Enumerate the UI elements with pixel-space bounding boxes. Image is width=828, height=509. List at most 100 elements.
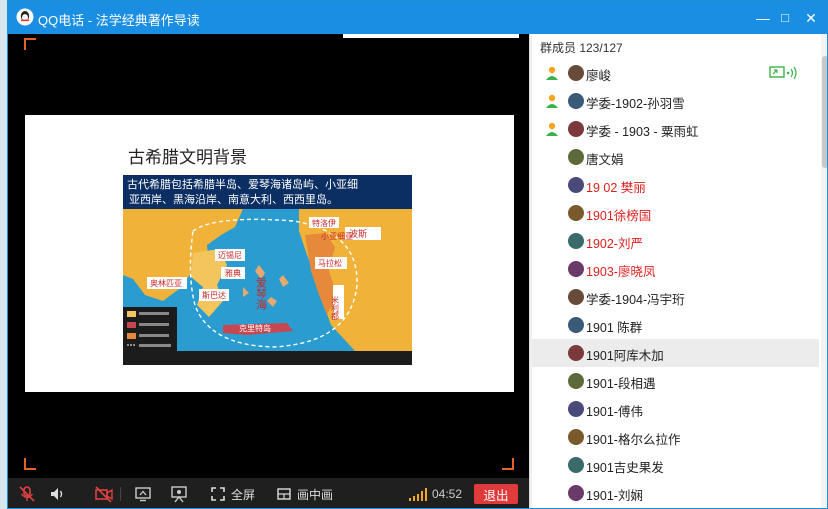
- member-name: 1901-格尔么拉作: [586, 433, 681, 447]
- member-name: 1902-刘严: [586, 237, 643, 251]
- member-name: 1901 陈群: [586, 321, 643, 335]
- exit-button[interactable]: 退出: [474, 484, 518, 504]
- mic-toggle-button[interactable]: [18, 478, 36, 508]
- avatar: [568, 345, 584, 361]
- member-row[interactable]: 1901-格尔么拉作: [532, 423, 819, 451]
- member-name: 1901阿库木加: [586, 349, 664, 363]
- map-label-asia-minor: 小亚细亚: [321, 231, 353, 241]
- avatar: [568, 401, 584, 417]
- person-icon: [546, 94, 558, 108]
- pip-button[interactable]: 画中画: [276, 478, 334, 508]
- map-label-aegean: 爱琴海: [255, 277, 268, 311]
- slide-title: 古希腊文明背景: [128, 148, 247, 168]
- signal-icon: [409, 488, 427, 501]
- member-name: 1901-刘娴: [586, 489, 643, 503]
- member-row[interactable]: 1901-刘娴: [532, 479, 819, 507]
- member-name: 学委 - 1903 - 粟雨虹: [586, 125, 699, 139]
- avatar: [568, 261, 584, 277]
- person-icon: [546, 66, 558, 80]
- frame-corner-bl: [24, 458, 36, 470]
- member-name: 学委-1902-孙羽雪: [586, 97, 685, 111]
- avatar: [568, 65, 584, 81]
- member-name: 唐文娟: [586, 153, 624, 167]
- member-row[interactable]: 1901徐榜国: [532, 199, 819, 227]
- map-banner-line1: 古代希腊包括希腊半岛、爱琴海诸岛屿、小亚细: [127, 177, 358, 191]
- pip-label: 画中画: [297, 487, 334, 502]
- person-icon: [546, 122, 558, 136]
- map-label-trojan: 特洛伊: [312, 218, 336, 228]
- signal-strength: [408, 478, 428, 508]
- member-row[interactable]: 学委-1904-冯宇珩: [532, 283, 819, 311]
- map-label-thebes: 马拉松: [318, 258, 342, 268]
- maximize-button[interactable]: □: [774, 7, 796, 29]
- close-button[interactable]: ✕: [800, 7, 822, 29]
- speaker-button[interactable]: [48, 478, 66, 508]
- member-row[interactable]: 1903-廖晓凤: [532, 255, 819, 283]
- avatar: [568, 205, 584, 221]
- whiteboard-icon: [171, 486, 187, 503]
- map-banner-line2: 亚西岸、黑海沿岸、南意大利、西西里岛。: [129, 192, 338, 206]
- screen-share-icon: [135, 487, 151, 502]
- fullscreen-button[interactable]: 全屏: [210, 478, 256, 508]
- scrollbar-thumb[interactable]: [822, 56, 827, 168]
- call-timer: 04:52: [432, 487, 463, 501]
- avatar: [568, 429, 584, 445]
- pip-icon: [277, 488, 291, 500]
- map-label-crete: 克里特岛: [239, 323, 271, 333]
- avatar: [568, 457, 584, 473]
- member-row[interactable]: 学委-1902-孙羽雪: [532, 87, 819, 115]
- member-name: 1901-段相遇: [586, 377, 656, 391]
- member-name: 1901吉史果发: [586, 461, 664, 475]
- member-row[interactable]: 19 02 樊丽: [532, 171, 819, 199]
- greece-map-image: 古代希腊包括希腊半岛、爱琴海诸岛屿、小亚细 亚西岸、黑海沿岸、南意大利、西西里岛…: [123, 175, 412, 365]
- speaker-icon: [51, 488, 63, 500]
- member-name: 1901徐榜国: [586, 209, 652, 223]
- avatar: [568, 121, 584, 137]
- member-list-panel: 群成员 123/127 廖峻学委-1902-孙羽雪 学委 - 1903 - 粟雨虹…: [532, 34, 827, 508]
- call-toolbar: 全屏 画中画 04:52 退出: [8, 478, 529, 508]
- map-label-olympia: 奥林匹亚: [150, 278, 182, 288]
- member-row[interactable]: 1901阿库木加: [532, 339, 819, 367]
- avatar: [568, 233, 584, 249]
- camera-off-icon: [95, 486, 113, 503]
- fullscreen-icon: [211, 487, 225, 501]
- whiteboard-button[interactable]: [170, 478, 188, 508]
- toolbar-divider: [120, 487, 121, 501]
- qq-logo-icon: [16, 8, 34, 26]
- qq-call-window: QQ电话 - 法学经典著作导读 — □ ✕ 古希腊文明背景 古代希腊包括希腊半岛…: [7, 0, 828, 509]
- map-label-sparta: 斯巴达: [202, 290, 226, 300]
- presentation-slide: 古希腊文明背景 古代希腊包括希腊半岛、爱琴海诸岛屿、小亚细 亚西岸、黑海沿岸、南…: [25, 115, 514, 392]
- member-row[interactable]: 唐文娟: [532, 143, 819, 171]
- mic-muted-icon: [19, 486, 35, 502]
- screen-share-button[interactable]: [134, 478, 152, 508]
- member-row[interactable]: 学委 - 1903 - 粟雨虹: [532, 115, 819, 143]
- frame-corner-br: [502, 458, 514, 470]
- avatar: [568, 373, 584, 389]
- avatar: [568, 317, 584, 333]
- screen-sharing-icon: [769, 66, 797, 80]
- member-name: 学委-1904-冯宇珩: [586, 293, 685, 307]
- fullscreen-label: 全屏: [231, 487, 256, 502]
- member-row[interactable]: 1901吉史果发: [532, 451, 819, 479]
- member-name: 19 02 樊丽: [586, 181, 646, 195]
- map-label-athens: 雅典: [225, 268, 241, 278]
- member-row[interactable]: 1901-段相遇: [532, 367, 819, 395]
- member-list-scrollbar[interactable]: [821, 34, 827, 508]
- avatar: [568, 177, 584, 193]
- minimize-button[interactable]: —: [752, 7, 774, 29]
- member-name: 廖峻: [586, 69, 612, 83]
- video-top-strip: [343, 34, 519, 38]
- frame-corner-tl: [24, 38, 36, 50]
- member-row[interactable]: 1902-刘严: [532, 227, 819, 255]
- avatar: [568, 93, 584, 109]
- shared-screen-video[interactable]: 古希腊文明背景 古代希腊包括希腊半岛、爱琴海诸岛屿、小亚细 亚西岸、黑海沿岸、南…: [8, 34, 529, 508]
- member-name: 1901-傅伟: [586, 405, 643, 419]
- member-count: 群成员 123/127: [540, 41, 623, 55]
- member-row[interactable]: 1901-傅伟: [532, 395, 819, 423]
- camera-toggle-button[interactable]: [94, 478, 114, 508]
- member-row[interactable]: 1901 陈群: [532, 311, 819, 339]
- map-label-miletus: 米利都: [331, 295, 340, 321]
- avatar: [568, 149, 584, 165]
- member-row[interactable]: 廖峻: [532, 59, 819, 87]
- map-label-mycenae: 迈锡尼: [218, 251, 242, 260]
